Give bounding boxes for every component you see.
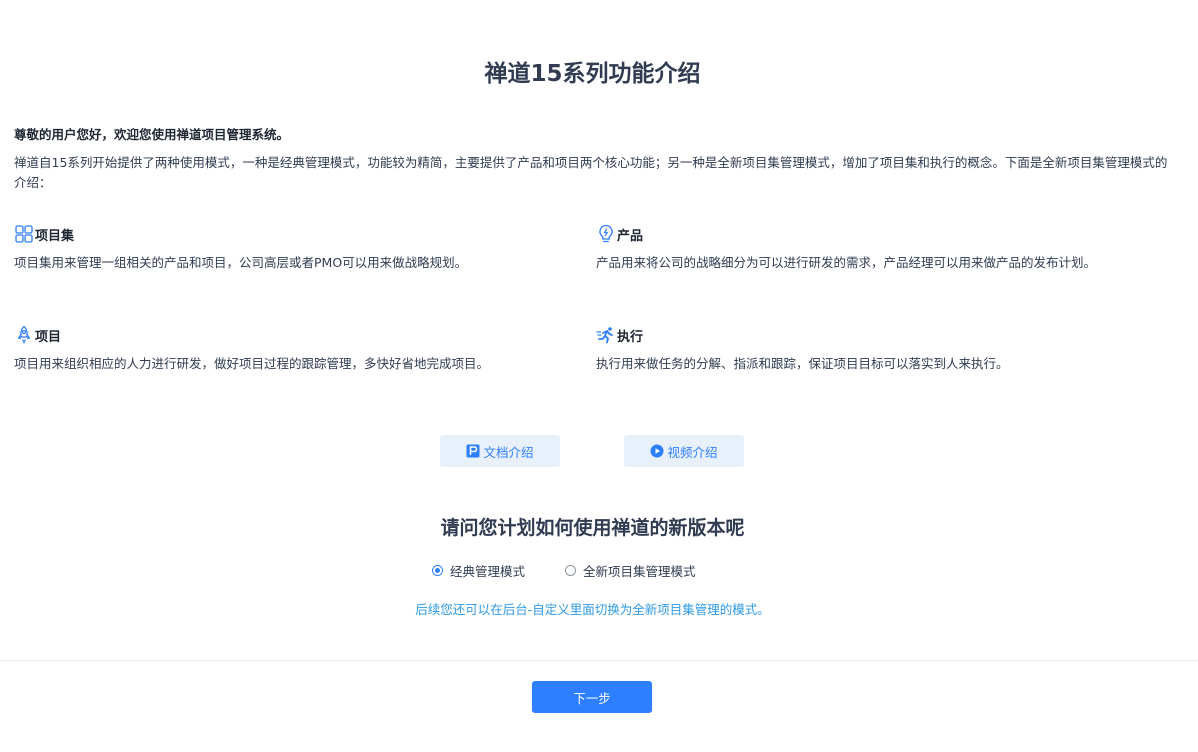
feature-program: 项目集 项目集用来管理一组相关的产品和项目，公司高层或者PMO可以用来做战略规划… [14, 223, 534, 273]
running-icon [596, 325, 616, 345]
greeting-text: 尊敬的用户您好，欢迎您使用禅道项目管理系统。 [14, 127, 290, 142]
feature-title: 产品 [617, 228, 644, 244]
next-step-button[interactable]: 下一步 [532, 681, 652, 713]
page-title: 禅道15系列功能介绍 [484, 61, 701, 87]
intro-text: 禅道自15系列开始提供了两种使用模式，一种是经典管理模式，功能较为精简，主要提供… [14, 155, 1168, 190]
mode-classic-radio[interactable] [432, 564, 443, 576]
mode-new-label: 全新项目集管理模式 [583, 563, 696, 579]
play-icon [650, 444, 664, 458]
feature-execution: 执行 执行用来做任务的分解、指派和跟踪，保证项目目标可以落实到人来执行。 [596, 324, 1116, 374]
feature-desc: 项目集用来管理一组相关的产品和项目，公司高层或者PMO可以用来做战略规划。 [14, 255, 468, 270]
doc-intro-button[interactable]: 文档介绍 [440, 435, 560, 467]
mode-radio-group: 经典管理模式 全新项目集管理模式 [432, 560, 696, 580]
feature-desc: 执行用来做任务的分解、指派和跟踪，保证项目目标可以落实到人来执行。 [596, 356, 1009, 371]
footer-divider [0, 660, 1198, 661]
mode-classic-label: 经典管理模式 [450, 563, 526, 579]
feature-project: 项目 项目用来组织相应的人力进行研发，做好项目过程的跟踪管理，多快好省地完成项目… [14, 324, 534, 374]
lightbulb-icon [596, 224, 616, 244]
tutorial-page: 禅道15系列功能介绍 尊敬的用户您好，欢迎您使用禅道项目管理系统。 禅道自15系… [0, 0, 1198, 752]
mode-classic-option[interactable]: 经典管理模式 [432, 561, 525, 580]
mode-question: 请问您计划如何使用禅道的新版本呢 [440, 517, 745, 539]
switch-mode-hint: 后续您还可以在后台-自定义里面切换为全新项目集管理的模式。 [415, 602, 770, 617]
grid-icon [14, 224, 34, 244]
feature-title: 执行 [617, 329, 644, 345]
feature-product: 产品 产品用来将公司的战略细分为可以进行研发的需求，产品经理可以用来做产品的发布… [596, 223, 1116, 273]
video-intro-label: 视频介绍 [667, 444, 718, 460]
doc-intro-label: 文档介绍 [483, 444, 534, 460]
feature-title: 项目集 [35, 228, 75, 244]
video-intro-button[interactable]: 视频介绍 [624, 435, 744, 467]
mode-new-option[interactable]: 全新项目集管理模式 [565, 561, 696, 580]
feature-desc: 产品用来将公司的战略细分为可以进行研发的需求，产品经理可以用来做产品的发布计划。 [596, 255, 1097, 270]
feature-title: 项目 [35, 329, 62, 345]
mode-new-radio[interactable] [565, 564, 577, 576]
document-icon [466, 444, 480, 458]
rocket-icon [14, 325, 34, 345]
feature-desc: 项目用来组织相应的人力进行研发，做好项目过程的跟踪管理，多快好省地完成项目。 [14, 356, 490, 371]
